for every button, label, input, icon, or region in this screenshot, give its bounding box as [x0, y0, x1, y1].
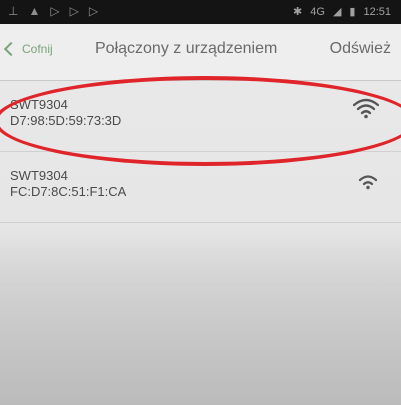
back-button[interactable]: Cofnij: [3, 41, 53, 57]
device-list: SWT9304 D7:98:5D:59:73:3D SWT9304 FC:D7:…: [0, 81, 401, 223]
chevron-left-icon: [3, 41, 19, 57]
play-icon: ▷: [50, 4, 60, 18]
play-icon: ▷: [88, 4, 99, 18]
action-bar: Cofnij Połączony z urządzeniem Odśwież: [0, 24, 401, 81]
status-bar: ⊥ ▲ ▷ ▷ ▷ ✱ 4G ◢ ▮ 12:51: [0, 0, 401, 24]
network-type: 4G: [310, 6, 325, 18]
signal-icon: ◢: [332, 6, 342, 18]
bluetooth-icon: ✱: [293, 6, 303, 18]
refresh-button[interactable]: Odśwież: [330, 40, 391, 58]
page-title: Połączony z urządzeniem: [95, 40, 278, 57]
status-indicators: ✱ 4G ◢ ▮ 12:51: [293, 5, 391, 19]
wifi-signal-icon: [353, 98, 379, 119]
battery-icon: ▮: [349, 6, 356, 18]
list-item[interactable]: SWT9304 D7:98:5D:59:73:3D: [0, 81, 401, 152]
play-icon: ▷: [69, 4, 79, 18]
notification-icon: ⊥: [8, 4, 19, 18]
phone-screen: ⊥ ▲ ▷ ▷ ▷ ✱ 4G ◢ ▮ 12:51 Cofnij Połączon…: [0, 0, 401, 405]
device-name: SWT9304: [10, 168, 68, 183]
status-notifications: ⊥ ▲ ▷ ▷ ▷: [8, 4, 98, 18]
back-label: Cofnij: [22, 42, 53, 56]
device-mac: FC:D7:8C:51:F1:CA: [10, 184, 127, 199]
device-mac: D7:98:5D:59:73:3D: [10, 113, 122, 128]
list-item[interactable]: SWT9304 FC:D7:8C:51:F1:CA: [0, 152, 401, 223]
device-name: SWT9304: [10, 97, 68, 112]
wifi-signal-icon: [358, 175, 378, 190]
background-fade: [0, 232, 401, 405]
alert-icon: ▲: [28, 4, 41, 18]
clock: 12:51: [363, 6, 391, 18]
